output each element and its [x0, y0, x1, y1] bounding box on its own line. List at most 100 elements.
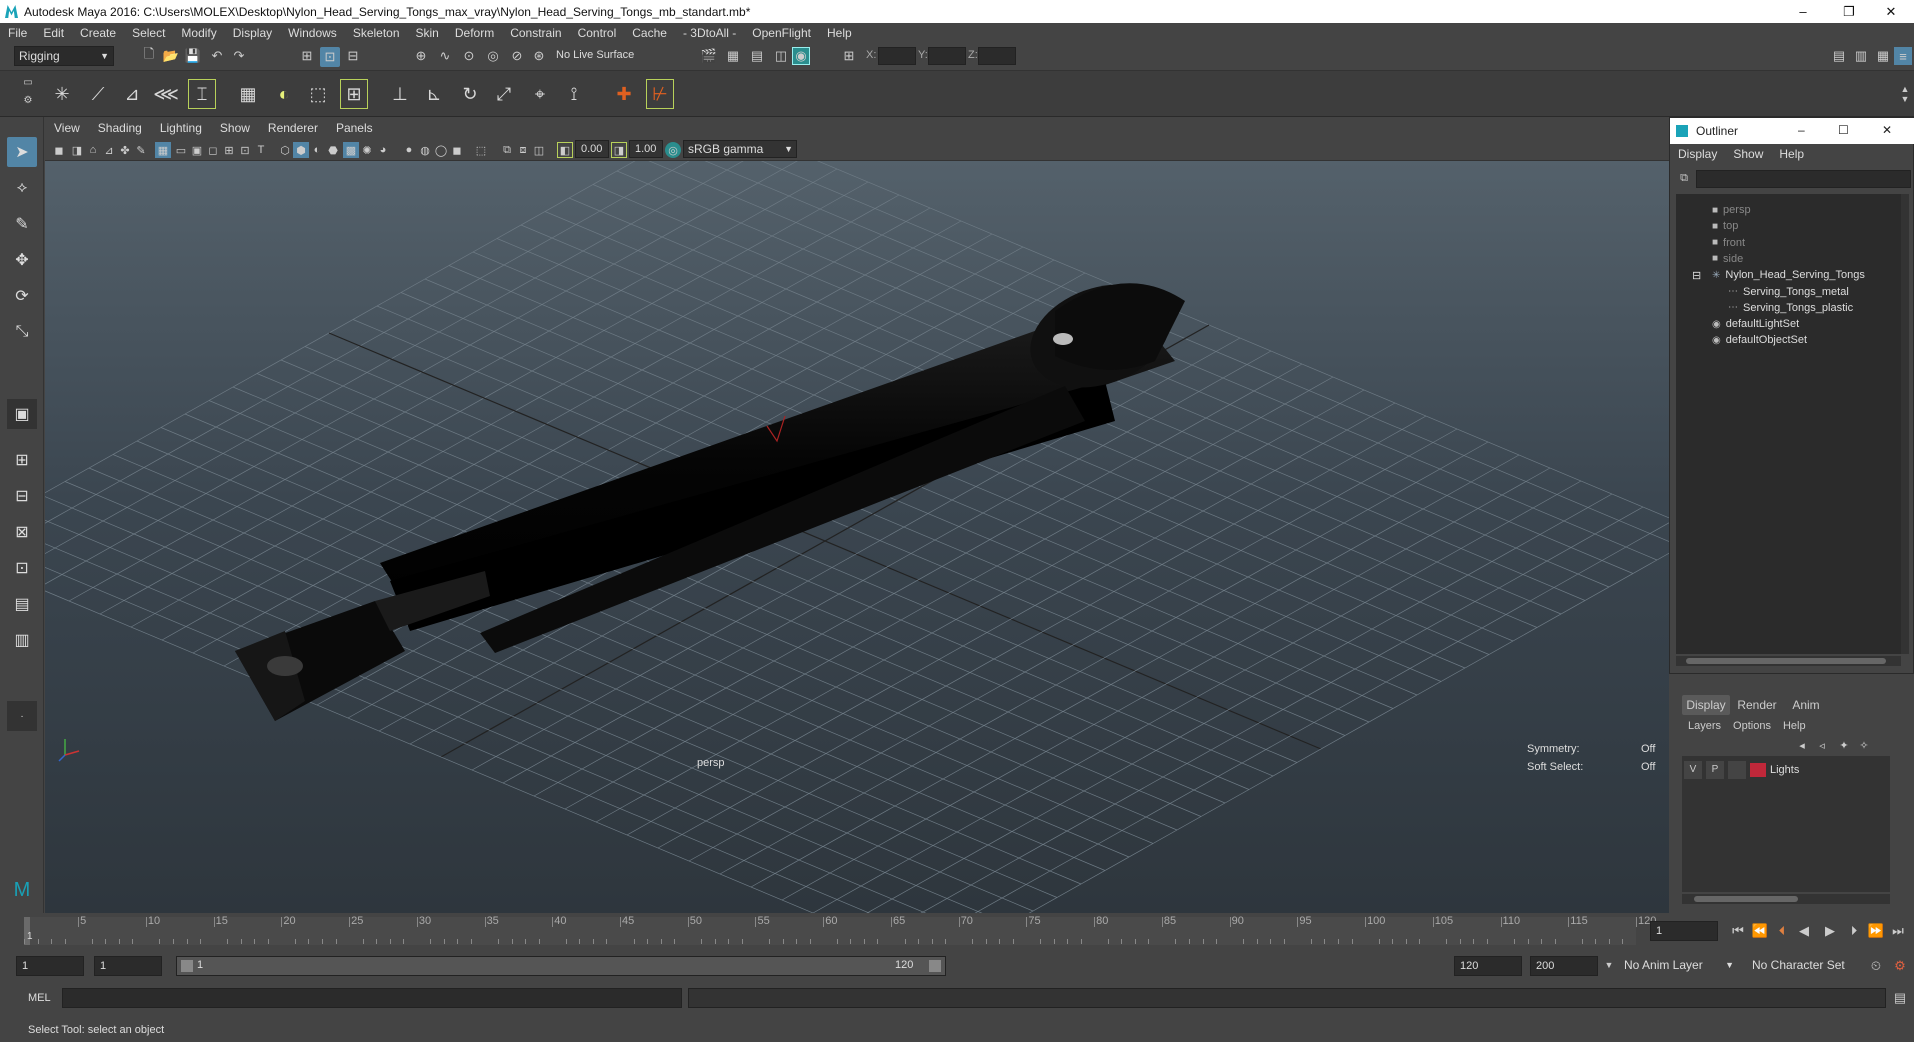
exposure-icon[interactable]: ◧	[557, 142, 573, 158]
parent-constraint-icon[interactable]: ⊥	[386, 79, 414, 109]
persp-outliner-layout-icon[interactable]: ⊠	[7, 517, 37, 547]
gamma-field[interactable]: 1.00	[629, 140, 663, 158]
menu-control[interactable]: Control	[570, 26, 625, 40]
film-gate-icon[interactable]: ▭	[173, 142, 189, 158]
menu-deform[interactable]: Deform	[447, 26, 502, 40]
step-back-frame-icon[interactable]: ⏴	[1772, 921, 1792, 941]
tab-render[interactable]: Render	[1732, 695, 1782, 715]
viewport-menu-show[interactable]: Show	[211, 121, 259, 135]
render-frame-icon[interactable]: 🎬	[700, 47, 718, 65]
new-layer-selected-icon[interactable]: ✧	[1856, 738, 1872, 752]
perspective-viewport[interactable]: persp Symmetry: Off Soft Select: Off	[45, 161, 1669, 913]
outliner-minimize-button[interactable]: –	[1798, 123, 1805, 137]
viewport-menu-panels[interactable]: Panels	[327, 121, 382, 135]
range-end-handle[interactable]	[929, 960, 941, 972]
menu-help[interactable]: Help	[819, 26, 860, 40]
menu-constrain[interactable]: Constrain	[502, 26, 569, 40]
render-settings-icon[interactable]: ▤	[748, 47, 766, 65]
camera-attributes-icon[interactable]: ◨	[69, 142, 85, 158]
script-editor-icon[interactable]: ▤	[1890, 988, 1910, 1008]
two-d-pan-icon[interactable]: ✤	[117, 142, 133, 158]
screen-space-ao-icon[interactable]: ●	[401, 142, 417, 158]
outliner-menu-help[interactable]: Help	[1771, 147, 1812, 161]
time-slider[interactable]: 1 5 10 15 20 25 30 35 40 45 50 55 60 65 70 75 80 85 90 95 1…	[0, 913, 1914, 949]
menu-select[interactable]: Select	[124, 26, 173, 40]
filter-icon[interactable]: ⧉	[1676, 170, 1692, 186]
menu-file[interactable]: File	[0, 26, 35, 40]
color-space-dropdown[interactable]: sRGB gamma ▼	[683, 140, 797, 158]
point-constraint-icon[interactable]: ⊾	[420, 79, 448, 109]
layer-editor-icon[interactable]: ≡	[1894, 47, 1912, 65]
locator-icon[interactable]: ✚	[610, 79, 638, 109]
smooth-shade-icon[interactable]: ⬢	[293, 142, 309, 158]
play-forward-icon[interactable]: ▶	[1820, 921, 1840, 941]
four-view-layout-icon[interactable]: ⊟	[7, 481, 37, 511]
grid-toggle-icon[interactable]: ▦	[155, 142, 171, 158]
wireframe-icon[interactable]: ⬡	[277, 142, 293, 158]
layers-menu[interactable]: Layers	[1682, 720, 1727, 732]
shelf-menu-icon[interactable]: ▭	[22, 75, 34, 89]
cluster-icon[interactable]: ⊬	[646, 79, 674, 109]
viewport-menu-shading[interactable]: Shading	[89, 121, 151, 135]
attribute-editor-icon[interactable]: ▤	[1830, 47, 1848, 65]
shelf-gear-icon[interactable]: ⚙	[22, 93, 34, 107]
hypershade-layout-icon[interactable]: ▤	[7, 589, 37, 619]
outliner-menu-display[interactable]: Display	[1670, 147, 1725, 161]
range-start-handle[interactable]	[181, 960, 193, 972]
open-scene-icon[interactable]: 📂	[162, 47, 180, 65]
menu-3dtoall[interactable]: - 3DtoAll -	[675, 26, 744, 40]
time-ruler[interactable]: 1 5 10 15 20 25 30 35 40 45 50 55 60 65 70 75 80 85 90 95 1…	[24, 915, 1656, 945]
paint-select-icon[interactable]: ✎	[7, 209, 37, 239]
select-object-icon[interactable]: ⊡	[320, 47, 340, 67]
field-chart-icon[interactable]: ⊞	[221, 142, 237, 158]
animation-preferences-icon[interactable]: ⚙	[1890, 956, 1910, 976]
shelf-scroll-icon[interactable]: ▲ ▼	[1898, 79, 1912, 109]
anti-aliasing-icon[interactable]: ◯	[433, 142, 449, 158]
menu-skeleton[interactable]: Skeleton	[345, 26, 408, 40]
image-plane-icon[interactable]: ⊿	[101, 142, 117, 158]
go-to-start-icon[interactable]: ⏮	[1728, 921, 1748, 941]
safe-action-icon[interactable]: ⊡	[237, 142, 253, 158]
snap-point-icon[interactable]: ⊙	[460, 47, 478, 65]
menu-edit[interactable]: Edit	[35, 26, 72, 40]
shadows-icon[interactable]: ◕	[375, 142, 391, 158]
hypershade-icon[interactable]: ◫	[772, 47, 790, 65]
select-component-icon[interactable]: ⊟	[344, 47, 362, 65]
playback-start-field[interactable]: 1	[94, 956, 162, 976]
anim-layer-dropdown[interactable]: No Anim Layer ▼	[1620, 956, 1736, 976]
options-menu[interactable]: Options	[1727, 720, 1777, 732]
use-all-lights-icon[interactable]: ✺	[359, 142, 375, 158]
ipr-render-icon[interactable]: ▦	[724, 47, 742, 65]
range-slider[interactable]: 1 120	[176, 956, 946, 976]
character-set-dropdown[interactable]: No Character Set	[1748, 956, 1866, 976]
close-button[interactable]: ✕	[1868, 0, 1914, 23]
animation-end-field[interactable]: 200	[1530, 956, 1598, 976]
z-field[interactable]	[978, 47, 1016, 65]
persp-graph-layout-icon[interactable]: ⊡	[7, 553, 37, 583]
layer-hscrollbar[interactable]	[1682, 894, 1890, 904]
menu-modify[interactable]: Modify	[173, 26, 224, 40]
grease-pencil-icon[interactable]: ✎	[133, 142, 149, 158]
mirror-joint-icon[interactable]: ⋘	[152, 79, 180, 109]
color-management-icon[interactable]: ◎	[665, 142, 681, 158]
ik-handle-icon[interactable]: ⟋	[84, 79, 112, 109]
viewport-menu-view[interactable]: View	[45, 121, 89, 135]
last-tool-icon[interactable]: ▣	[7, 399, 37, 429]
layer-playback-toggle[interactable]: P	[1706, 761, 1724, 779]
make-live-icon[interactable]: ⊛	[530, 47, 548, 65]
menuset-dropdown[interactable]: Rigging ▼	[14, 46, 114, 66]
scale-constraint-icon[interactable]: ⤢	[490, 79, 518, 109]
y-field[interactable]	[928, 47, 966, 65]
collapse-toolbox-icon[interactable]: ·	[7, 701, 37, 731]
move-layer-up-icon[interactable]: ◂	[1794, 738, 1810, 752]
chevron-down-icon[interactable]: ▼	[1602, 958, 1616, 972]
depth-of-field-icon[interactable]: ◼	[449, 142, 465, 158]
xray-icon[interactable]: ⧉	[499, 142, 515, 158]
select-tool-icon[interactable]: ➤	[7, 137, 37, 167]
scale-tool-icon[interactable]: ⤡	[7, 317, 37, 347]
step-forward-frame-icon[interactable]: ⏵	[1844, 921, 1864, 941]
menu-create[interactable]: Create	[72, 26, 124, 40]
current-frame-field[interactable]: 1	[1650, 921, 1718, 941]
lasso-tool-icon[interactable]: ⟡	[7, 173, 37, 203]
menu-windows[interactable]: Windows	[280, 26, 345, 40]
